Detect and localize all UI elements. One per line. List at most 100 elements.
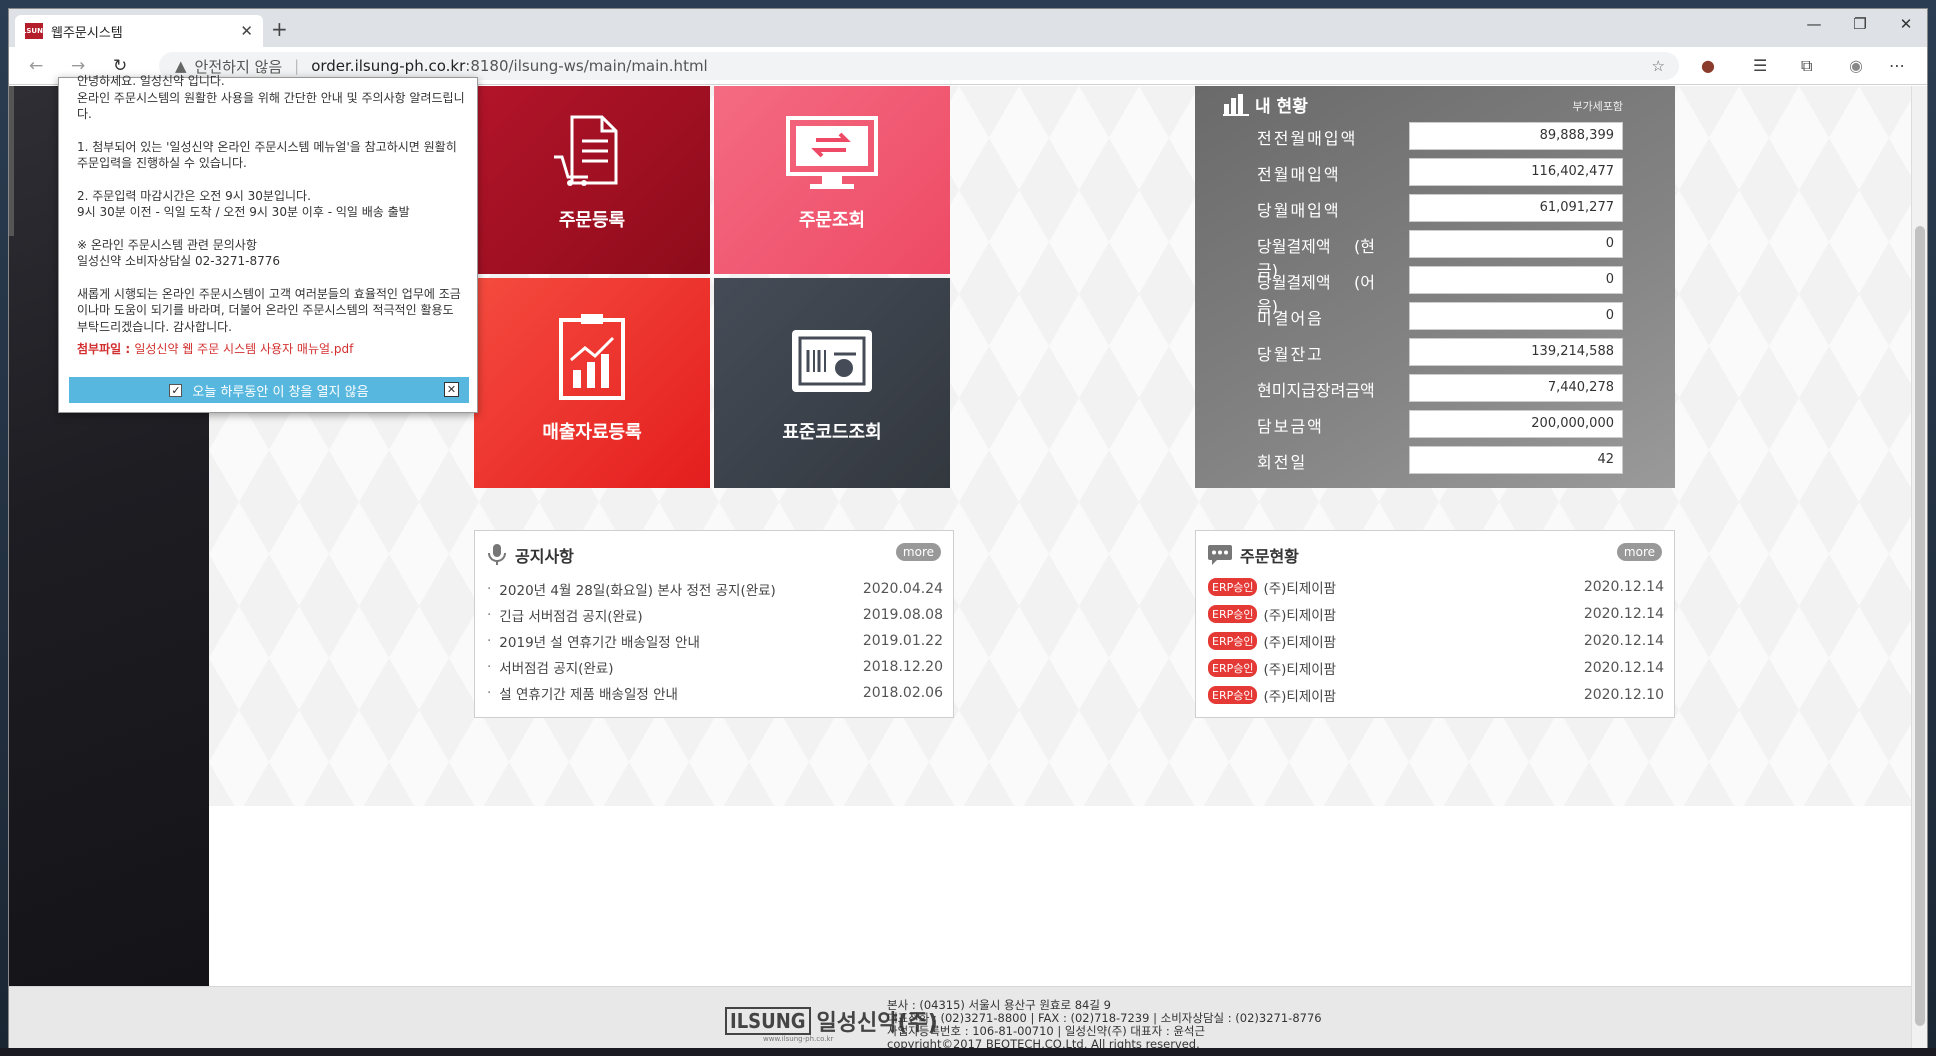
notice-date: 2019.08.08 (862, 607, 943, 623)
order-item[interactable]: ERP승인 (주)티제이팜 2020.12.14 (1208, 657, 1664, 679)
status-row: 당월매입액 61,091,277 (1195, 194, 1675, 222)
tile-order-search[interactable]: 주문조회 (714, 86, 950, 274)
order-item[interactable]: ERP승인 (주)티제이팜 2020.12.14 (1208, 630, 1664, 652)
tile-label: 매출자료등록 (542, 422, 642, 443)
extension-icon[interactable]: ● (1701, 56, 1715, 75)
close-window-icon[interactable]: ✕ (1883, 15, 1927, 33)
site-favicon: ILSUNG (19, 23, 49, 39)
order-item[interactable]: ERP승인 (주)티제이팜 2020.12.14 (1208, 576, 1664, 598)
orders-header: 주문현황 (1208, 543, 1299, 567)
notice-title: 공지사항 (515, 547, 574, 566)
notice-text: 서버점검 공지(완료) (499, 661, 614, 677)
vat-note: 부가세포함 (1572, 100, 1623, 113)
popup-line (77, 221, 467, 237)
status-label: 당월매입액 (1257, 201, 1341, 220)
tile-standard-code[interactable]: 표준코드조회 (714, 278, 950, 488)
logo-url: www.ilsung-ph.co.kr (763, 1035, 834, 1043)
status-value: 7,440,278 (1409, 374, 1623, 402)
tab-bar: ILSUNG 웹주문시스템 ✕ + — ❐ ✕ (9, 9, 1927, 47)
favorite-star-icon[interactable]: ☆ (1652, 57, 1665, 75)
microphone-icon (488, 544, 506, 565)
favorites-list-icon[interactable]: ☰ (1753, 56, 1767, 75)
popup-line: 1. 첨부되어 있는 '일성신약 온라인 주문시스템 메뉴얼'을 참고하시면 원… (77, 139, 457, 171)
erp-badge: ERP승인 (1208, 659, 1258, 677)
status-value: 0 (1409, 266, 1623, 294)
orders-more-button[interactable]: more (1616, 543, 1662, 561)
bullet: · (487, 633, 492, 649)
notice-item[interactable]: · 서버점검 공지(완료) 2018.12.20 (487, 656, 943, 678)
dont-show-checkbox[interactable]: ✓ (169, 383, 183, 397)
tile-sales-data[interactable]: 매출자료등록 (474, 278, 710, 488)
order-item[interactable]: ERP승인 (주)티제이팜 2020.12.10 (1208, 684, 1664, 706)
status-row: 전월매입액 116,402,477 (1195, 158, 1675, 186)
status-value: 200,000,000 (1409, 410, 1623, 438)
my-status-panel: 내 현황 부가세포함 전전월매입액 89,888,399 전월매입액 116,402… (1195, 86, 1675, 488)
popup-line: 새롭게 시행되는 온라인 주문시스템이 고객 여러분들의 효율적인 업무에 조금… (77, 286, 461, 334)
status-row: 회전일 42 (1195, 446, 1675, 474)
tile-order-register[interactable]: 주문등록 (474, 86, 710, 274)
minimize-icon[interactable]: — (1791, 15, 1837, 33)
status-row: 담보금액 200,000,000 (1195, 410, 1675, 438)
erp-badge: ERP승인 (1208, 605, 1258, 623)
profile-avatar-icon[interactable]: ◉ (1849, 56, 1863, 75)
order-date: 2020.12.14 (1583, 633, 1664, 649)
status-label: 당월잔고 (1257, 345, 1324, 364)
status-value: 61,091,277 (1409, 194, 1623, 222)
order-date: 2020.12.10 (1583, 687, 1664, 703)
new-tab-icon[interactable]: + (271, 17, 288, 41)
logo-mark: ILSUNG (725, 1007, 811, 1035)
notice-text: 2020년 4월 28일(화요일) 본사 정전 공지(완료) (499, 583, 776, 599)
dont-show-bar[interactable]: ✓ 오늘 하루동안 이 창을 열지 않음 ✕ (69, 377, 469, 403)
attachment-link[interactable]: 일성신약 웹 주문 시스템 사용자 매뉴얼.pdf (134, 342, 353, 356)
bullet: · (487, 659, 492, 675)
popup-line: 9시 30분 이전 - 익일 도착 / 오전 9시 30분 이후 - 익일 배송… (77, 205, 410, 219)
notice-item[interactable]: · 2020년 4월 28일(화요일) 본사 정전 공지(완료) 2020.04.2… (487, 578, 943, 600)
popup-line: 온라인 주문시스템의 원활한 사용을 위해 간단한 안내 및 주의사항 알려드립… (77, 90, 465, 122)
order-register-icon (554, 115, 618, 186)
bar-chart-icon (1223, 93, 1249, 116)
scrollbar-thumb[interactable] (1915, 226, 1925, 1026)
status-row: 당월결제액 (현금) 0 (1195, 230, 1675, 280)
status-label: 미결어음 (1257, 309, 1324, 328)
order-date: 2020.12.14 (1583, 660, 1664, 676)
order-status-panel: 주문현황 more ERP승인 (주)티제이팜 2020.12.14 ERP승인 (주… (1195, 530, 1675, 718)
order-company: (주)티제이팜 (1263, 608, 1337, 624)
attachment-label: 첨부파일 : (77, 342, 131, 356)
status-title: 내 현황 (1223, 92, 1308, 117)
notice-panel: 공지사항 more · 2020년 4월 28일(화요일) 본사 정전 공지(완료… (474, 530, 954, 718)
maximize-icon[interactable]: ❐ (1837, 15, 1883, 33)
status-title-text: 내 현황 (1255, 97, 1308, 117)
order-item[interactable]: ERP승인 (주)티제이팜 2020.12.14 (1208, 603, 1664, 625)
browser-tab[interactable]: ILSUNG 웹주문시스템 ✕ (15, 15, 263, 47)
tile-label: 주문등록 (558, 210, 626, 231)
erp-badge: ERP승인 (1208, 686, 1258, 704)
tab-close-icon[interactable]: ✕ (240, 22, 253, 40)
notice-date: 2018.02.06 (862, 685, 943, 701)
page-scrollbar[interactable] (1911, 86, 1927, 1055)
status-value: 0 (1409, 302, 1623, 330)
back-icon[interactable]: ← (29, 56, 43, 76)
popup-line (77, 172, 467, 188)
popup-close-icon[interactable]: ✕ (444, 382, 459, 397)
bullet: · (487, 607, 492, 623)
notice-item[interactable]: · 설 연휴기간 제품 배송일정 안내 2018.02.06 (487, 682, 943, 704)
status-label: 회전일 (1257, 453, 1308, 472)
collections-icon[interactable]: ⧉ (1801, 56, 1812, 76)
popup-line: 일성신약 소비자상담실 02-3271-8776 (77, 254, 281, 268)
erp-badge: ERP승인 (1208, 632, 1258, 650)
popup-line: 2. 주문입력 마감시간은 오전 9시 30분입니다. (77, 188, 311, 203)
attachment-row: 첨부파일 : 일성신약 웹 주문 시스템 사용자 매뉴얼.pdf (77, 341, 467, 358)
notice-more-button[interactable]: more (895, 543, 941, 561)
status-value: 116,402,477 (1409, 158, 1623, 186)
dont-show-label: 오늘 하루동안 이 창을 열지 않음 (192, 384, 369, 400)
more-menu-icon[interactable]: ⋯ (1889, 56, 1905, 75)
tile-label: 주문조회 (798, 210, 866, 231)
status-row: 당월잔고 139,214,588 (1195, 338, 1675, 366)
status-label: 전전월매입액 (1257, 129, 1358, 148)
main-lower-area (209, 806, 1913, 986)
erp-badge: ERP승인 (1208, 578, 1258, 596)
notice-item[interactable]: · 긴급 서버점검 공지(완료) 2019.08.08 (487, 604, 943, 626)
bullet: · (487, 581, 492, 597)
popup-line (77, 270, 467, 286)
notice-item[interactable]: · 2019년 설 연휴기간 배송일정 안내 2019.01.22 (487, 630, 943, 652)
